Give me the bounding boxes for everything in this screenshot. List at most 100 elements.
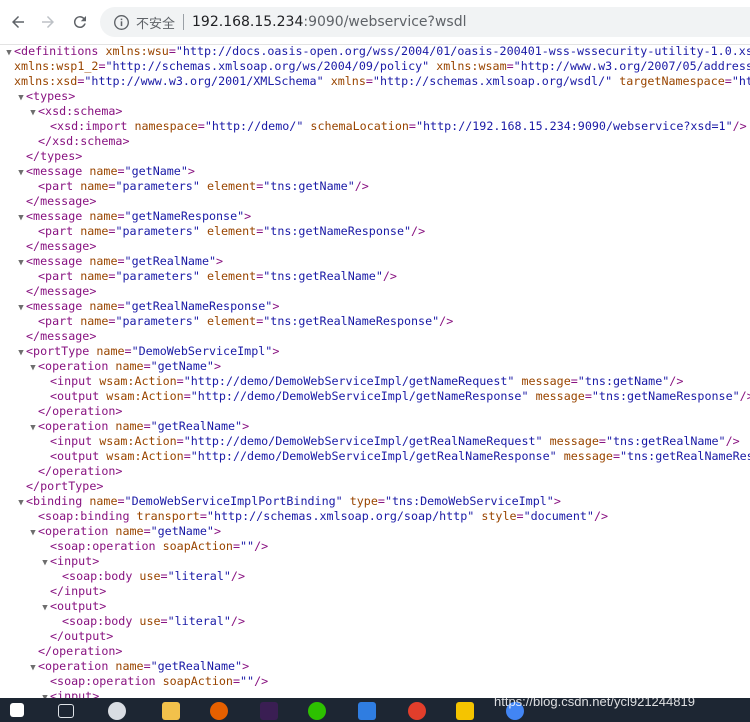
xml-tag-text: <output: [50, 449, 107, 463]
task-view-icon[interactable]: [58, 704, 74, 718]
xml-attribute-value: "http://demo/": [204, 119, 304, 133]
xml-tag-text: <operation: [38, 524, 116, 538]
security-label[interactable]: 不安全: [136, 13, 175, 32]
reload-button[interactable]: [68, 10, 92, 34]
xml-attribute-name: element: [206, 179, 257, 193]
xml-tag-text: =: [598, 434, 606, 448]
xml-tag-text: >: [242, 419, 250, 433]
xml-tag-text: </message>: [26, 284, 97, 298]
address-bar[interactable]: 不安全 192.168.15.234:9090/webservice?wsdl: [100, 7, 750, 37]
xml-line: <soap:body use="literal"/>: [0, 614, 245, 629]
xml-attribute-name: wsam:Action: [106, 449, 184, 463]
xml-attribute-name: use: [139, 569, 161, 583]
xml-tag-text: />: [230, 614, 245, 628]
xml-attribute-value: "tns:getRealName": [605, 434, 726, 448]
xml-line: ▼ <message name="getRealNameResponse">: [0, 299, 279, 314]
xml-tag-text: =: [584, 389, 592, 403]
xml-attribute-name: xmlns: [330, 74, 366, 88]
xml-line: <output wsam:Action="http://demo/DemoWeb…: [0, 389, 750, 404]
intellij-icon[interactable]: [260, 702, 278, 720]
xml-attribute-name: type: [349, 494, 378, 508]
xml-tag-text: [343, 494, 350, 508]
xml-attribute-name: name: [89, 164, 118, 178]
xml-tag-text: =: [408, 119, 416, 133]
xml-line: ▼ <operation name="getName">: [0, 359, 221, 374]
xml-attribute-name: style: [481, 509, 517, 523]
xml-tag-text: >: [244, 209, 252, 223]
xml-tag-text: </message>: [26, 239, 97, 253]
xml-attribute-value: "parameters": [115, 269, 200, 283]
xml-tag-text: =: [197, 119, 205, 133]
xml-tag-text: >: [216, 254, 224, 268]
xml-tag-text: =: [143, 524, 151, 538]
xml-attribute-value: "http://demo/DemoWebServiceImpl/getNameR…: [190, 389, 529, 403]
xml-attribute-value: "http://demo/DemoWebServiceImpl/getRealN…: [190, 449, 557, 463]
xml-attribute-value: "getName": [150, 524, 214, 538]
xml-tag-text: =: [168, 44, 176, 58]
xml-tag-text: =: [612, 449, 621, 463]
fold-icon[interactable]: [456, 702, 474, 720]
xml-tag-text: </operation>: [38, 644, 123, 658]
xml-tag-text: />: [254, 674, 269, 688]
xml-attribute-name: wsam:Action: [99, 434, 177, 448]
forward-button[interactable]: [36, 10, 60, 34]
xml-tag-text: =: [176, 374, 184, 388]
xml-attribute-name: name: [89, 209, 118, 223]
xml-tag-text: <part: [38, 224, 81, 238]
xml-line: ▼ <operation name="getName">: [0, 524, 221, 539]
url-text[interactable]: 192.168.15.234:9090/webservice?wsdl: [192, 14, 466, 30]
xml-tag-text: [200, 314, 207, 328]
info-icon[interactable]: [112, 13, 130, 31]
xml-tag-text: </output>: [50, 629, 114, 643]
xml-tag-text: =: [232, 674, 241, 688]
xml-tag-text: <message: [26, 299, 90, 313]
xml-tag-text: =: [232, 539, 241, 553]
windows-start-icon[interactable]: [10, 703, 24, 717]
xml-tag-text: =: [160, 614, 168, 628]
back-button[interactable]: [6, 10, 30, 34]
xml-tag-text: <operation: [38, 359, 116, 373]
firefox-icon[interactable]: [210, 702, 228, 720]
xml-tag-text: =: [117, 164, 125, 178]
xml-line: <part name="parameters" element="tns:get…: [0, 269, 397, 284]
collapse-triangle-icon[interactable]: ▼: [40, 691, 50, 698]
xml-tag-text: [529, 389, 536, 403]
xml-attribute-name: wsam:Action: [99, 374, 177, 388]
xml-tag-text: <soap:body: [62, 569, 140, 583]
vscode-icon[interactable]: [358, 702, 376, 720]
xml-attribute-name: wsam:Action: [106, 389, 184, 403]
xml-tag-text: =: [117, 299, 125, 313]
network-icon[interactable]: [108, 702, 126, 720]
xml-line: xmlns:xsd = "http://www.w3.org/2001/XMLSch…: [0, 74, 750, 89]
xml-tag-text: />: [411, 224, 426, 238]
xml-tag-text: <soap:body: [62, 614, 140, 628]
xml-line: </operation>: [0, 404, 122, 419]
wechat-icon[interactable]: [308, 702, 326, 720]
xml-attribute-value: "tns:getName": [577, 374, 670, 388]
xml-attribute-value: "http://dem: [731, 74, 750, 88]
xml-attribute-value: "": [240, 539, 255, 553]
xml-line: <part name="parameters" element="tns:get…: [0, 314, 453, 329]
xml-line: ▼ <types>: [0, 89, 75, 104]
xml-attribute-name: name: [115, 524, 144, 538]
xml-tree-view: ▼ <definitions xmlns:wsu="http://docs.oas…: [0, 44, 750, 698]
xml-attribute-value: "parameters": [115, 224, 200, 238]
xml-attribute-name: name: [80, 224, 109, 238]
xml-line: <soap:operation soapAction=""/>: [0, 674, 268, 689]
xml-tag-text: </operation>: [38, 464, 123, 478]
xml-tag-text: </xsd:schema>: [38, 134, 130, 148]
xml-line: ▼ <message name="getRealName">: [0, 254, 223, 269]
xml-line: <output wsam:Action = "http://demo/DemoWeb…: [0, 449, 750, 464]
xml-tag-text: />: [739, 389, 750, 403]
xml-attribute-name: xmlns:xsd: [14, 74, 78, 88]
xml-tag-text: </operation>: [38, 404, 123, 418]
xml-attribute-value: "tns:getRealNameResponse": [263, 314, 440, 328]
xml-attribute-name: use: [139, 614, 161, 628]
xml-tag-text: >: [272, 299, 280, 313]
file-explorer-icon[interactable]: [162, 702, 180, 720]
xml-tag-text: <part: [38, 269, 81, 283]
xml-tag-text: </message>: [26, 329, 97, 343]
tool-icon[interactable]: [408, 702, 426, 720]
xml-line: </input>: [0, 584, 106, 599]
xml-attribute-name: element: [206, 314, 257, 328]
